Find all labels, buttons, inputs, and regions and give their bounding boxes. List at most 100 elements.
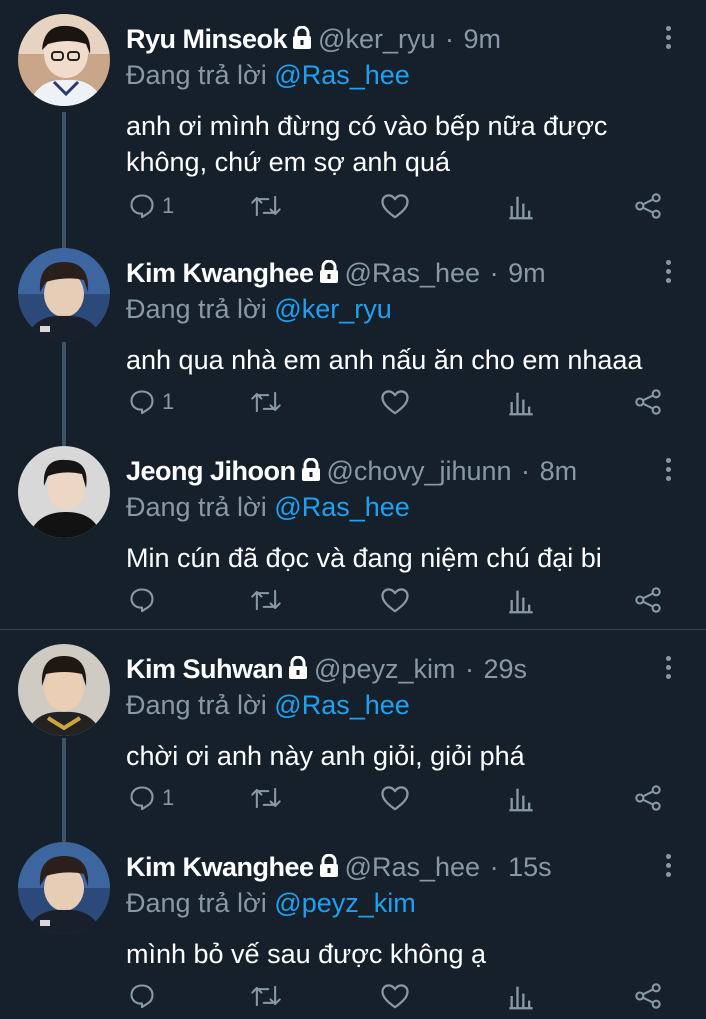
mention-link[interactable]: @ker_ryu	[274, 294, 391, 324]
tweet-header: Jeong Jihoon @chovy_jihunn · 8m	[126, 454, 577, 490]
tweet[interactable]: Ryu Minseok @ker_ryu · 9m Đang trả lời @R…	[0, 14, 706, 234]
lock-icon	[317, 852, 341, 886]
more-options-icon[interactable]	[658, 260, 678, 290]
tweet-text: mình bỏ vế sau được không ạ	[126, 939, 486, 969]
share-icon	[635, 193, 661, 219]
handle[interactable]: @Ras_hee	[345, 852, 481, 882]
avatar[interactable]	[18, 248, 110, 340]
timestamp[interactable]: 8m	[540, 456, 578, 486]
like-button[interactable]	[380, 382, 410, 422]
reply-button[interactable]	[128, 580, 162, 620]
analytics-icon	[509, 986, 533, 1010]
timestamp[interactable]: 9m	[464, 24, 502, 54]
more-options-icon[interactable]	[658, 854, 678, 884]
timestamp[interactable]: 15s	[508, 852, 552, 882]
reply-prefix: Đang trả lời	[126, 888, 267, 918]
retweet-icon	[251, 195, 281, 217]
tweet-text: Min cún đã đọc và đang niệm chú đại bi	[126, 543, 602, 573]
tweet[interactable]: Kim Kwanghee @Ras_hee · 15s Đang trả lời …	[0, 842, 706, 1019]
analytics-button[interactable]	[508, 778, 534, 818]
handle[interactable]: @Ras_hee	[345, 258, 481, 288]
avatar[interactable]	[18, 14, 110, 106]
tweet-header: Ryu Minseok @ker_ryu · 9m	[126, 22, 501, 58]
reply-icon	[130, 194, 154, 219]
avatar[interactable]	[18, 842, 110, 934]
reply-button[interactable]	[128, 976, 162, 1016]
tweet-header: Kim Kwanghee @Ras_hee · 15s	[126, 850, 552, 886]
timestamp[interactable]: 29s	[484, 654, 528, 684]
handle[interactable]: @chovy_jihunn	[327, 456, 512, 486]
share-icon	[635, 785, 661, 811]
reply-to-line: Đang trả lời @ker_ryu	[126, 292, 392, 326]
analytics-button[interactable]	[508, 382, 534, 422]
more-options-icon[interactable]	[658, 26, 678, 56]
reply-prefix: Đang trả lời	[126, 294, 267, 324]
reply-button[interactable]: 1	[128, 186, 174, 226]
retweet-button[interactable]	[250, 580, 282, 620]
handle[interactable]: @ker_ryu	[318, 24, 435, 54]
handle[interactable]: @peyz_kim	[314, 654, 455, 684]
share-button[interactable]	[634, 382, 662, 422]
retweet-button[interactable]	[250, 186, 282, 226]
share-icon	[635, 983, 661, 1009]
avatar[interactable]	[18, 446, 110, 538]
reply-button[interactable]: 1	[128, 382, 174, 422]
like-button[interactable]	[380, 976, 410, 1016]
tweet-text: chời ơi anh này anh giỏi, giỏi phá	[126, 741, 525, 771]
avatar[interactable]	[18, 644, 110, 736]
reply-prefix: Đang trả lời	[126, 492, 267, 522]
tweet[interactable]: Jeong Jihoon @chovy_jihunn · 8m Đang trả …	[0, 446, 706, 626]
retweet-button[interactable]	[250, 778, 282, 818]
display-name[interactable]: Kim Suhwan	[126, 654, 284, 684]
display-name[interactable]: Ryu Minseok	[126, 24, 288, 54]
mention-link[interactable]: @Ras_hee	[274, 690, 410, 720]
retweet-button[interactable]	[250, 976, 282, 1016]
reply-icon	[130, 984, 154, 1009]
share-button[interactable]	[634, 976, 662, 1016]
lock-icon	[286, 654, 310, 688]
share-button[interactable]	[634, 778, 662, 818]
display-name[interactable]: Kim Kwanghee	[126, 852, 314, 882]
mention-link[interactable]: @Ras_hee	[274, 60, 410, 90]
action-bar: 1	[0, 778, 706, 818]
share-button[interactable]	[634, 580, 662, 620]
like-button[interactable]	[380, 778, 410, 818]
analytics-icon	[509, 392, 533, 416]
separator-dot: ·	[521, 456, 531, 486]
like-button[interactable]	[380, 186, 410, 226]
more-options-icon[interactable]	[658, 656, 678, 686]
reply-to-line: Đang trả lời @Ras_hee	[126, 490, 410, 524]
share-button[interactable]	[634, 186, 662, 226]
reply-to-line: Đang trả lời @Ras_hee	[126, 58, 410, 92]
like-icon	[381, 588, 409, 613]
reply-count: 1	[162, 785, 175, 810]
mention-link[interactable]: @peyz_kim	[274, 888, 415, 918]
reply-prefix: Đang trả lời	[126, 690, 267, 720]
tweet[interactable]: Kim Suhwan @peyz_kim · 29s Đang trả lời @…	[0, 644, 706, 834]
reply-count: 1	[162, 389, 175, 414]
timestamp[interactable]: 9m	[508, 258, 546, 288]
display-name[interactable]: Jeong Jihoon	[126, 456, 296, 486]
reply-icon	[130, 786, 154, 811]
analytics-button[interactable]	[508, 580, 534, 620]
tweet-header: Kim Suhwan @peyz_kim · 29s	[126, 652, 527, 688]
analytics-button[interactable]	[508, 186, 534, 226]
like-icon	[381, 786, 409, 811]
separator-dot: ·	[445, 24, 455, 54]
analytics-icon	[509, 590, 533, 614]
tweet[interactable]: Kim Kwanghee @Ras_hee · 9m Đang trả lời @…	[0, 248, 706, 438]
retweet-button[interactable]	[250, 382, 282, 422]
lock-icon	[290, 24, 314, 58]
action-bar	[0, 976, 706, 1016]
tweet-header: Kim Kwanghee @Ras_hee · 9m	[126, 256, 546, 292]
analytics-button[interactable]	[508, 976, 534, 1016]
reply-count: 1	[162, 193, 175, 218]
like-button[interactable]	[380, 580, 410, 620]
separator-dot: ·	[489, 258, 499, 288]
reply-button[interactable]: 1	[128, 778, 174, 818]
action-bar: 1	[0, 382, 706, 422]
more-options-icon[interactable]	[658, 458, 678, 488]
mention-link[interactable]: @Ras_hee	[274, 492, 410, 522]
reply-icon	[130, 390, 154, 415]
display-name[interactable]: Kim Kwanghee	[126, 258, 314, 288]
